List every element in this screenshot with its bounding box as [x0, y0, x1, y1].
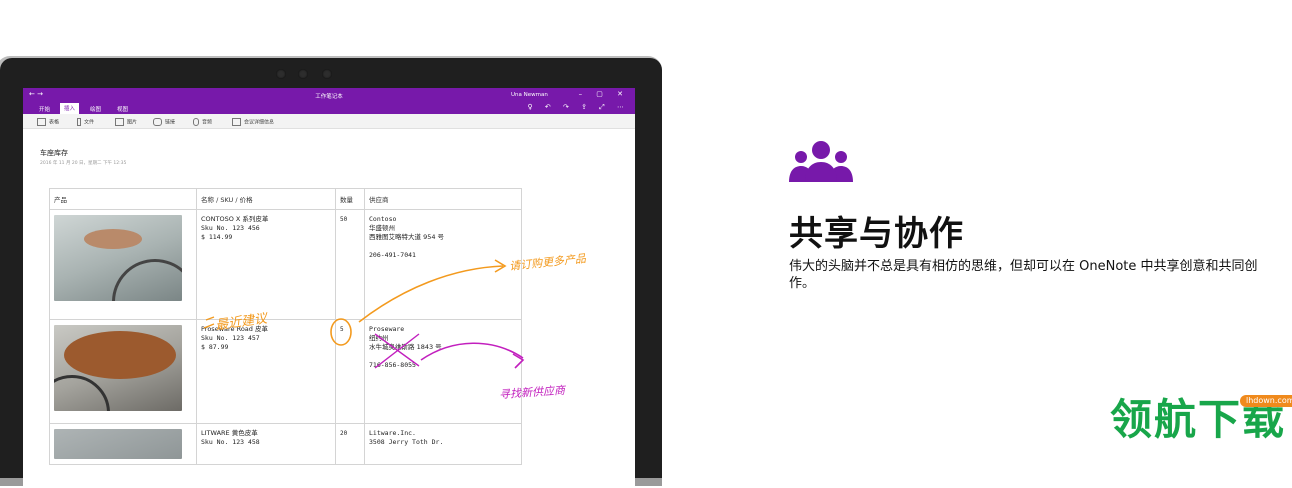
supplier-cell[interactable]: Contoso 华盛顿州 西雅图艾略特大道 954 号 206-491-7041: [364, 209, 522, 320]
details-cell[interactable]: CONTOSO X 系列皮革 Sku No. 123 456 $ 114.99: [196, 209, 336, 320]
quantity-cell[interactable]: 50: [335, 209, 365, 320]
picture-button[interactable]: 图片: [115, 118, 137, 126]
camera-dot: [322, 69, 332, 79]
seat-shape: [84, 229, 142, 249]
tab-view[interactable]: 视图: [113, 104, 132, 114]
product-cell: [49, 209, 197, 320]
onenote-screen: ← → 工作笔记本 Una Newman – ▢ ✕ 开始 插入 绘图 视图 ♀…: [23, 88, 635, 488]
camera-dot: [298, 69, 308, 79]
table-row: CONTOSO X 系列皮革 Sku No. 123 456 $ 114.99 …: [49, 209, 522, 320]
quantity-cell[interactable]: 20: [335, 423, 365, 465]
link-icon: [153, 118, 162, 126]
supplier-cell[interactable]: Litware.Inc. 3508 Jerry Toth Dr.: [364, 423, 522, 465]
watermark-logo: 领航下载 lhdown.com: [1110, 395, 1292, 449]
saddle-shape: [64, 331, 176, 379]
page-date: 2016 年 11 月 20 日，星期二 下午 12:35: [40, 161, 127, 166]
tablet-device: ← → 工作笔记本 Una Newman – ▢ ✕ 开始 插入 绘图 视图 ♀…: [0, 56, 662, 488]
ribbon-actions[interactable]: ♀ ↶ ↷ ⇪ ⤢ ⋯: [528, 103, 629, 112]
watermark-url: lhdown.com: [1240, 395, 1292, 407]
column-header: 供应商: [364, 188, 522, 210]
quantity-cell[interactable]: 5: [335, 319, 365, 424]
window-controls[interactable]: – ▢ ✕: [579, 90, 629, 98]
microphone-icon: [193, 118, 199, 126]
feature-description: 伟大的头脑并不总是具有相仿的思维，但却可以在 OneNote 中共享创意和共同创…: [789, 259, 1258, 291]
feature-heading: 共享与协作: [789, 214, 964, 254]
title-bar: ← → 工作笔记本 Una Newman – ▢ ✕: [23, 88, 635, 102]
people-icon: [789, 141, 853, 182]
supplier-cell[interactable]: Proseware 纽约州 水牛城奥维斯路 1843 号 716-856-805…: [364, 319, 522, 424]
page-title[interactable]: 车座库存: [40, 148, 68, 158]
bike-seat-photo: [54, 215, 182, 301]
product-cell: [49, 319, 197, 424]
user-name[interactable]: Una Newman: [511, 92, 548, 98]
table-row: LITWARE 黄色皮革 Sku No. 123 458 20 Litware.…: [49, 423, 522, 465]
product-cell: [49, 423, 197, 465]
tab-draw[interactable]: 绘图: [86, 104, 105, 114]
wheel-shape: [112, 259, 182, 301]
picture-icon: [115, 118, 124, 126]
details-cell[interactable]: Proseware Road 皮革 Sku No. 123 457 $ 87.9…: [196, 319, 336, 424]
inventory-table: 产品 名称 / SKU / 价格 数量 供应商 CONTOSO X 系列皮革 S…: [49, 188, 522, 465]
table-row: Proseware Road 皮革 Sku No. 123 457 $ 87.9…: [49, 319, 522, 424]
meeting-details-button[interactable]: 会议详细信息: [232, 118, 274, 126]
table-header-row: 产品 名称 / SKU / 价格 数量 供应商: [49, 188, 522, 210]
tab-home[interactable]: 开始: [35, 104, 54, 114]
seat-photo: [54, 429, 182, 459]
column-header: 名称 / SKU / 价格: [196, 188, 336, 210]
column-header: 数量: [335, 188, 365, 210]
insert-toolbar: 表格 文件 图片 链接 音频 会议详细信息: [23, 114, 635, 129]
leather-saddle-photo: [54, 325, 182, 411]
paperclip-icon: [77, 118, 81, 126]
details-cell[interactable]: LITWARE 黄色皮革 Sku No. 123 458: [196, 423, 336, 465]
calendar-icon: [232, 118, 241, 126]
camera-dot: [276, 69, 286, 79]
ribbon-tabs: 开始 插入 绘图 视图 ♀ ↶ ↷ ⇪ ⤢ ⋯: [23, 102, 635, 115]
column-header: 产品: [49, 188, 197, 210]
table-icon: [37, 118, 46, 126]
audio-button[interactable]: 音频: [193, 118, 212, 126]
table-button[interactable]: 表格: [37, 118, 59, 126]
wheel-shape: [54, 375, 110, 411]
file-button[interactable]: 文件: [77, 118, 94, 126]
link-button[interactable]: 链接: [153, 118, 175, 126]
ink-note-supplier: 寻找新供应商: [498, 383, 566, 402]
